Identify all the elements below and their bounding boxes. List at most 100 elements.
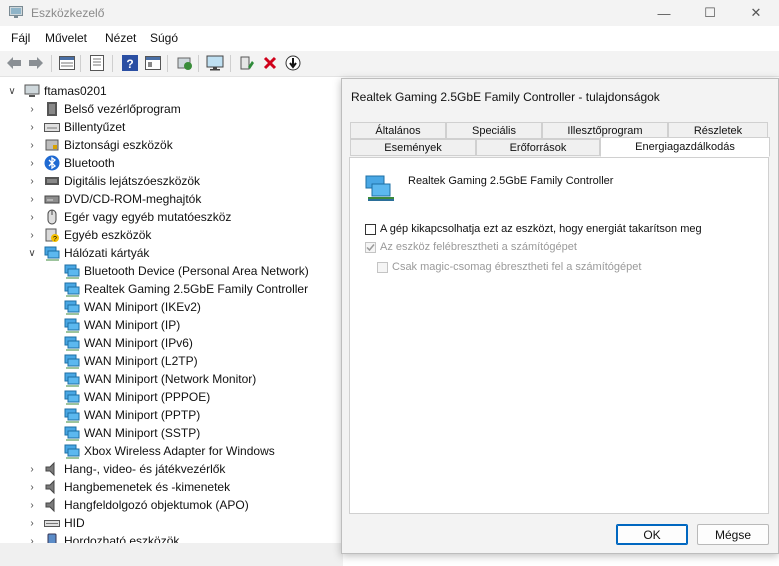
tree-category[interactable]: › Hordozható eszközök (26, 532, 179, 543)
tree-item-label: Digitális lejátszóeszközök (64, 174, 201, 188)
tree-category[interactable]: › Hang-, video- és játékvezérlők (26, 460, 225, 478)
toolbar-separator (112, 55, 113, 72)
tree-device-item[interactable]: Xbox Wireless Adapter for Windows (64, 442, 275, 460)
tree-category[interactable]: ›? Egyéb eszközök (26, 226, 151, 244)
tree-item-label: Biztonsági eszközök (64, 138, 173, 152)
device-manager-icon (9, 6, 23, 18)
tree-device-item[interactable]: WAN Miniport (Network Monitor) (64, 370, 256, 388)
forward-arrow-icon[interactable] (27, 54, 45, 72)
tree-device-item[interactable]: WAN Miniport (PPPOE) (64, 388, 210, 406)
tree-item-label: WAN Miniport (Network Monitor) (84, 372, 257, 386)
device-tree[interactable]: ∨ ftamas0201 › Belső vezérlőprogram › Billent… (0, 77, 343, 543)
chevron-down-icon[interactable]: ∨ (26, 244, 38, 262)
enable-device-icon[interactable] (238, 54, 256, 72)
tab-general[interactable]: Általános (350, 122, 446, 139)
monitor-icon[interactable] (206, 54, 224, 72)
tree-category[interactable]: › Hangfeldolgozó objektumok (APO) (26, 496, 249, 514)
svg-text:?: ? (53, 236, 57, 243)
back-arrow-icon[interactable] (5, 54, 23, 72)
network-adapter-icon (64, 318, 80, 333)
chevron-right-icon[interactable]: › (26, 190, 38, 208)
checkmark-icon (366, 244, 375, 252)
tree-category[interactable]: › Bluetooth (26, 154, 115, 172)
tree-category[interactable]: › DVD/CD-ROM-meghajtók (26, 190, 201, 208)
chevron-right-icon[interactable]: › (26, 118, 38, 136)
chevron-right-icon[interactable]: › (26, 100, 38, 118)
chevron-down-icon[interactable]: ∨ (6, 82, 18, 100)
tree-category[interactable]: › Digitális lejátszóeszközök (26, 172, 200, 190)
chevron-right-icon[interactable]: › (26, 172, 38, 190)
tree-category[interactable]: ∨ Hálózati kártyák (26, 244, 149, 262)
allow-wake-label: Az eszköz felébresztheti a számítógépet (380, 241, 577, 253)
menu-bar: Fájl Művelet Nézet Súgó (0, 28, 779, 50)
network-adapter-icon (64, 408, 80, 423)
tab-events[interactable]: Események (350, 139, 476, 156)
network-adapter-icon (64, 444, 80, 459)
allow-turn-off-checkbox[interactable] (365, 224, 376, 235)
cancel-button[interactable]: Mégse (697, 524, 769, 545)
tree-device-item[interactable]: WAN Miniport (IPv6) (64, 334, 193, 352)
tree-device-item[interactable]: WAN Miniport (SSTP) (64, 424, 200, 442)
tree-category[interactable]: › Belső vezérlőprogram (26, 100, 181, 118)
chevron-right-icon[interactable]: › (26, 136, 38, 154)
tree-device-item[interactable]: WAN Miniport (IKEv2) (64, 298, 201, 316)
toolbar: ? (0, 51, 779, 77)
device-name: Realtek Gaming 2.5GbE Family Controller (408, 175, 614, 187)
tree-category[interactable]: › Hangbemenetek és -kimenetek (26, 478, 230, 496)
tree-device-item[interactable]: WAN Miniport (IP) (64, 316, 180, 334)
magic-packet-checkbox[interactable] (377, 262, 388, 273)
menu-action[interactable]: Művelet (45, 31, 87, 45)
media-player-icon (45, 177, 59, 185)
document-icon[interactable] (88, 54, 106, 72)
maximize-button[interactable]: ☐ (687, 0, 733, 26)
chevron-right-icon[interactable]: › (26, 226, 38, 244)
dialog-title: Realtek Gaming 2.5GbE Family Controller … (351, 90, 660, 104)
close-button[interactable]: ✕ (733, 0, 779, 26)
tree-item-label: Billentyűzet (64, 120, 126, 134)
chevron-right-icon[interactable]: › (26, 532, 38, 544)
tree-category[interactable]: › Egér vagy egyéb mutatóeszköz (26, 208, 231, 226)
view-icon[interactable] (144, 54, 162, 72)
tab-advanced[interactable]: Speciális (446, 122, 542, 139)
chevron-right-icon[interactable]: › (26, 154, 38, 172)
tree-device-item[interactable]: Realtek Gaming 2.5GbE Family Controller (64, 280, 308, 298)
properties-grid-icon[interactable] (58, 54, 76, 72)
tree-category[interactable]: › HID (26, 514, 84, 532)
chevron-right-icon[interactable]: › (26, 514, 38, 532)
tree-item-label: Hangbemenetek és -kimenetek (64, 480, 231, 494)
ok-button[interactable]: OK (616, 524, 688, 545)
tab-power-management[interactable]: Energiagazdálkodás (600, 137, 770, 157)
tree-category[interactable]: › Billentyűzet (26, 118, 125, 136)
tree-category[interactable]: › Biztonsági eszközök (26, 136, 173, 154)
computer-icon (24, 84, 40, 97)
chevron-right-icon[interactable]: › (26, 478, 38, 496)
tree-device-item[interactable]: WAN Miniport (L2TP) (64, 352, 198, 370)
tree-device-item[interactable]: WAN Miniport (PPTP) (64, 406, 200, 424)
menu-help[interactable]: Súgó (150, 31, 178, 45)
tree-root-computer[interactable]: ∨ ftamas0201 (6, 82, 106, 100)
uninstall-x-icon[interactable] (261, 54, 279, 72)
chevron-right-icon[interactable]: › (26, 208, 38, 226)
help-icon[interactable]: ? (121, 54, 139, 72)
chevron-right-icon[interactable]: › (26, 460, 38, 478)
speaker-icon (45, 497, 55, 513)
toolbar-separator (80, 55, 81, 72)
horizontal-scrollbar[interactable] (0, 543, 343, 566)
update-driver-icon[interactable] (284, 54, 302, 72)
menu-file[interactable]: Fájl (11, 31, 30, 45)
speaker-icon (45, 479, 55, 495)
keyboard-icon (44, 123, 60, 132)
tree-item-label: Bluetooth (64, 156, 115, 170)
allow-wake-checkbox[interactable] (365, 242, 376, 253)
bluetooth-icon (44, 155, 60, 171)
chevron-right-icon[interactable]: › (26, 496, 38, 514)
minimize-button[interactable]: — (641, 0, 687, 26)
tree-device-item[interactable]: Bluetooth Device (Personal Area Network) (64, 262, 309, 280)
scan-hardware-icon[interactable] (176, 54, 194, 72)
tab-resources[interactable]: Erőforrások (476, 139, 600, 156)
tree-item-label: Hang-, video- és játékvezérlők (64, 462, 226, 476)
tree-item-label: Egér vagy egyéb mutatóeszköz (64, 210, 232, 224)
network-adapter-icon (44, 246, 60, 261)
menu-view[interactable]: Nézet (105, 31, 136, 45)
window-titlebar: Eszközkezelő — ☐ ✕ (0, 0, 779, 26)
